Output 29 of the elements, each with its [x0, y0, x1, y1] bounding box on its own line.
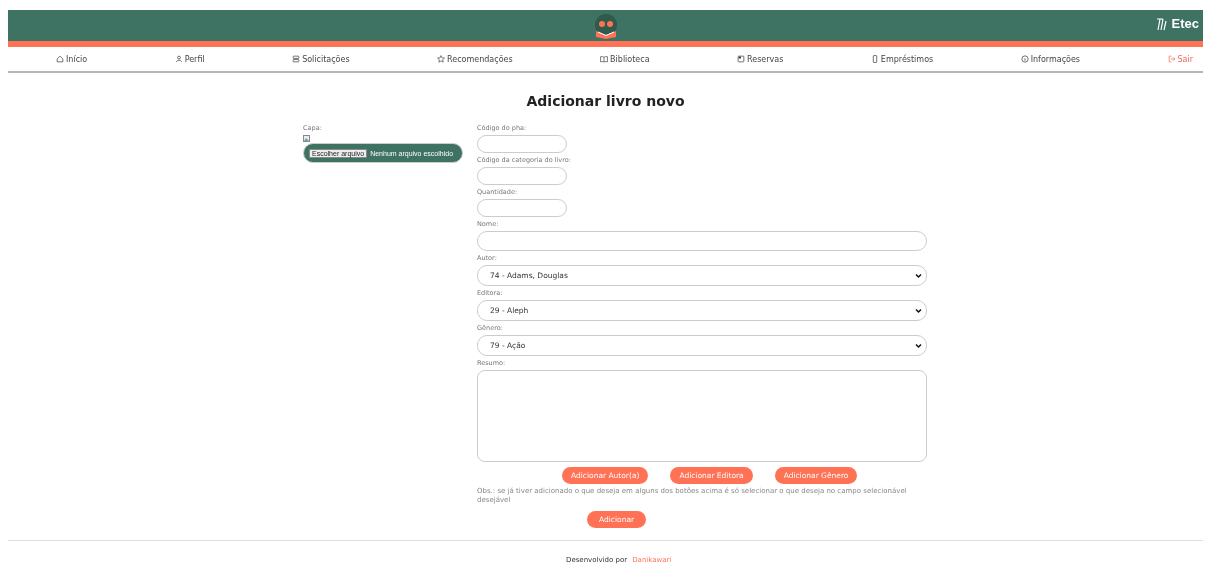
info-icon [1020, 55, 1029, 63]
nav-link[interactable]: Perfil [174, 54, 205, 64]
database-icon [292, 55, 301, 63]
broken-image-icon [303, 135, 310, 142]
star-icon [437, 55, 446, 63]
chevron-down-icon [915, 342, 922, 349]
chevron-down-icon [915, 307, 922, 314]
input-field[interactable] [477, 231, 927, 251]
logout-icon [1167, 55, 1176, 63]
nav-link[interactable]: Início [56, 54, 88, 64]
phone-icon [870, 55, 879, 63]
user-icon [174, 55, 183, 63]
page-title: Adicionar livro novo [525, 93, 686, 109]
chevron-down-icon [915, 272, 922, 279]
pillar-logo-icon [1155, 16, 1170, 31]
nav-link[interactable]: Empréstimos [870, 54, 934, 64]
brand-logo-text: Etec [1171, 16, 1199, 31]
nav-link[interactable]: Recomendações [437, 54, 513, 64]
input-field[interactable] [477, 167, 567, 185]
nav-link[interactable]: Biblioteca [600, 54, 650, 64]
text-area[interactable] [477, 370, 927, 462]
nav-link[interactable]: Reservas [737, 54, 784, 64]
nav-link[interactable]: Informações [1020, 54, 1081, 64]
nav-link[interactable]: Solicitações [292, 54, 350, 64]
book-icon [600, 55, 609, 63]
input-field[interactable] [477, 135, 567, 153]
input-field[interactable] [477, 199, 567, 217]
calendar-icon [737, 55, 746, 63]
home-icon [56, 55, 64, 63]
